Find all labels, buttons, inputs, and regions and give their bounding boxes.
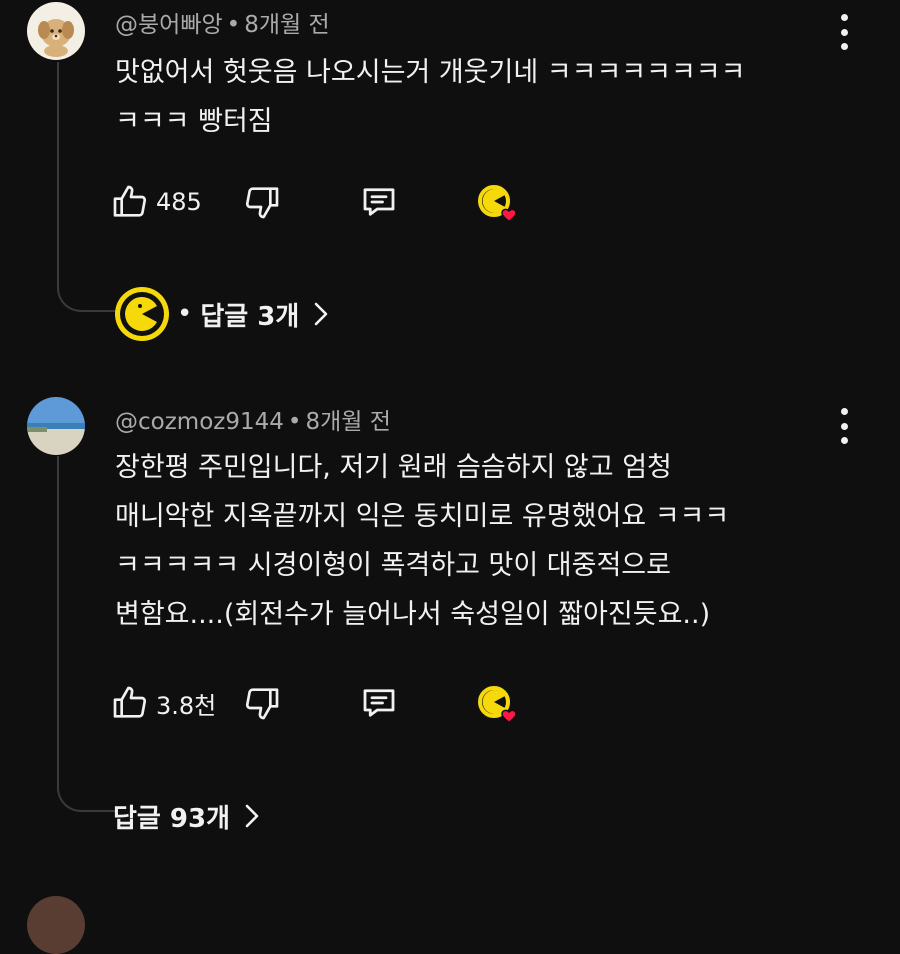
- like-count: 485: [156, 188, 202, 216]
- comment-text-line: 변함요....(회전수가 늘어나서 숙성일이 짧아진듯요..): [115, 599, 711, 630]
- beach-avatar-icon: [27, 397, 85, 455]
- username[interactable]: @붕어빠앙: [115, 12, 223, 38]
- dislike-icon: [245, 187, 279, 219]
- timestamp[interactable]: 8개월 전: [244, 12, 329, 38]
- chevron-right-icon: [245, 804, 259, 828]
- username[interactable]: @cozmoz9144: [115, 409, 284, 435]
- reply-dot: •: [177, 299, 193, 329]
- comment-meta: @cozmoz9144 • 8개월 전: [115, 402, 391, 436]
- creator-heart: [474, 682, 524, 728]
- chevron-right-icon: [314, 302, 328, 326]
- comment-text-line: 장한평 주민입니다, 저기 원래 슴슴하지 않고 엄청: [115, 452, 672, 483]
- dislike-icon: [245, 688, 279, 720]
- reply-icon: [363, 188, 395, 216]
- comment-text-line: ㅋㅋㅋ 빵터짐: [115, 106, 273, 137]
- view-replies-button[interactable]: 답글 93개: [113, 794, 260, 838]
- reply-button[interactable]: [358, 680, 400, 726]
- creator-heart-icon: [476, 183, 517, 223]
- reply-icon: [363, 689, 395, 717]
- like-icon: [113, 185, 147, 217]
- avatar[interactable]: [27, 2, 85, 60]
- dislike-button[interactable]: [242, 179, 282, 225]
- replies-label: 답글 93개: [113, 803, 230, 834]
- next-comment-avatar[interactable]: [27, 896, 85, 954]
- replies-label: 답글 3개: [200, 301, 300, 332]
- meta-dot: •: [226, 12, 241, 38]
- creator-heart-icon: [476, 684, 517, 724]
- avatar[interactable]: [27, 397, 85, 455]
- timestamp[interactable]: 8개월 전: [305, 409, 390, 435]
- dog-avatar-icon: [38, 19, 74, 57]
- comment-text-line: 매니악한 지옥끝까지 익은 동치미로 유명했어요 ㅋㅋㅋ: [115, 501, 730, 532]
- thread-line: [57, 62, 59, 290]
- comment-text-line: ㅋㅋㅋㅋㅋ 시경이형이 폭격하고 맛이 대중적으로: [115, 550, 671, 581]
- channel-avatar-icon: [115, 287, 169, 341]
- like-icon: [113, 686, 147, 718]
- thread-line: [57, 456, 59, 790]
- comment-text: 맛없어서 헛웃음 나오시는거 개웃기네 ㅋㅋㅋㅋㅋㅋㅋㅋ ㅋㅋㅋ 빵터짐: [115, 48, 746, 146]
- like-button[interactable]: 485: [110, 179, 202, 225]
- comment-meta: @붕어빠앙 • 8개월 전: [115, 5, 330, 39]
- comment-actions: 3.8천: [110, 680, 540, 726]
- dislike-button[interactable]: [242, 680, 282, 726]
- meta-dot: •: [287, 409, 302, 435]
- comment-text-line: 맛없어서 헛웃음 나오시는거 개웃기네 ㅋㅋㅋㅋㅋㅋㅋㅋ: [115, 57, 746, 88]
- thread-connector: [57, 788, 115, 812]
- creator-heart: [474, 181, 524, 227]
- comment-text: 장한평 주민입니다, 저기 원래 슴슴하지 않고 엄청 매니악한 지옥끝까지 익…: [115, 443, 729, 639]
- comment-actions: 485: [110, 179, 540, 225]
- view-replies-button[interactable]: • 답글 3개: [113, 287, 329, 341]
- like-button[interactable]: 3.8천: [110, 680, 216, 726]
- thread-connector: [57, 288, 115, 312]
- like-count: 3.8천: [156, 691, 217, 720]
- more-vert-icon[interactable]: [828, 408, 860, 444]
- reply-button[interactable]: [358, 179, 400, 225]
- more-vert-icon[interactable]: [828, 14, 860, 50]
